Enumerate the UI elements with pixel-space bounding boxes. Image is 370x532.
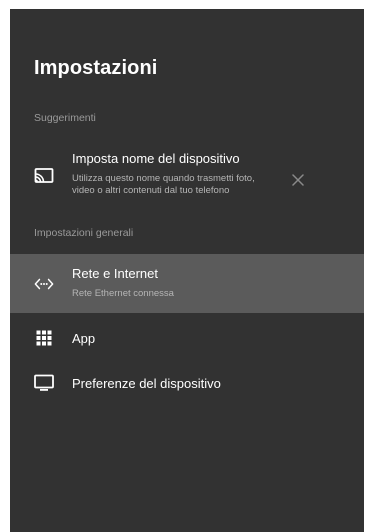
close-icon	[292, 174, 304, 186]
apps-grid-icon	[34, 328, 54, 348]
dismiss-suggestion-button[interactable]	[289, 171, 307, 189]
suggestion-subtitle-line2: video o altri contenuti dal tuo telefono	[72, 185, 230, 196]
section-label-general: Impostazioni generali	[34, 227, 134, 239]
menu-item-network[interactable]: Rete e Internet Rete Ethernet connessa	[10, 254, 364, 313]
suggestion-subtitle-line1: Utilizza questo nome quando trasmetti fo…	[72, 173, 255, 184]
cast-icon	[34, 166, 54, 186]
suggestion-title: Imposta nome del dispositivo	[72, 151, 240, 166]
suggestion-item-device-name[interactable]: Imposta nome del dispositivo Utilizza qu…	[10, 143, 364, 207]
menu-item-apps-label: App	[72, 331, 96, 346]
section-label-suggestions: Suggerimenti	[34, 112, 96, 124]
menu-item-device-preferences-label: Preferenze del dispositivo	[72, 376, 221, 391]
page-title: Impostazioni	[34, 57, 158, 79]
network-icon	[34, 274, 54, 294]
menu-item-network-label: Rete e Internet	[72, 266, 158, 281]
menu-item-apps[interactable]: App	[10, 324, 364, 352]
tv-icon	[34, 373, 54, 393]
menu-item-network-status: Rete Ethernet connessa	[72, 288, 174, 299]
menu-item-device-preferences[interactable]: Preferenze del dispositivo	[10, 369, 364, 397]
settings-panel: Impostazioni Suggerimenti Imposta nome d…	[10, 9, 364, 532]
